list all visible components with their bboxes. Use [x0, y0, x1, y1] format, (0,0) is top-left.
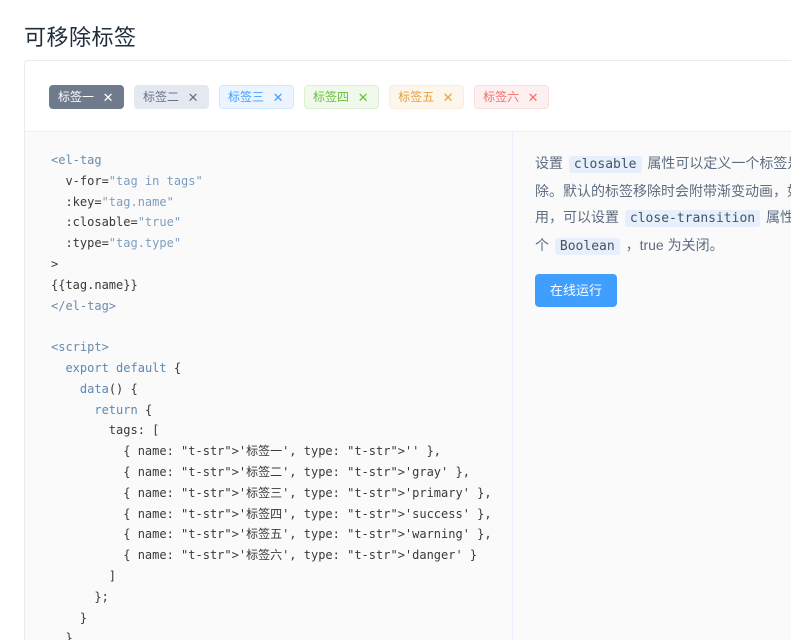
- description-part-4: ，true 为关闭。: [625, 237, 724, 253]
- code-block: <el-tag v-for="tag in tags" :key="tag.na…: [51, 153, 492, 640]
- description-pane: 设置 closable 属性可以定义一个标签是否可移除。默认的标签移除时会附带渐…: [513, 132, 791, 640]
- demo-lower-area: <el-tag v-for="tag in tags" :key="tag.na…: [25, 131, 791, 640]
- close-icon[interactable]: ✕: [441, 90, 455, 104]
- tag-6[interactable]: 标签六 ✕: [474, 85, 550, 109]
- tag-3[interactable]: 标签三 ✕: [219, 85, 295, 109]
- tag-label: 标签四: [313, 90, 350, 104]
- tag-label: 标签五: [398, 90, 435, 104]
- page-root: 可移除标签 标签一 ✕ 标签二 ✕ 标签三 ✕ 标签四 ✕ 标签五 ✕ 标签六 ✕ <el-tag v…: [0, 0, 791, 640]
- tag-5[interactable]: 标签五 ✕: [389, 85, 465, 109]
- description-part-1: 设置: [535, 155, 563, 171]
- page-title: 可移除标签: [24, 25, 137, 50]
- description-text: 设置 closable 属性可以定义一个标签是否可移除。默认的标签移除时会附带渐…: [535, 150, 791, 260]
- tag-2[interactable]: 标签二 ✕: [134, 85, 210, 109]
- demo-preview-area: 标签一 ✕ 标签二 ✕ 标签三 ✕ 标签四 ✕ 标签五 ✕ 标签六 ✕: [25, 61, 791, 133]
- close-icon[interactable]: ✕: [101, 90, 115, 104]
- tag-label: 标签二: [143, 90, 180, 104]
- inline-code-close-transition: close-transition: [624, 210, 761, 227]
- inline-code-boolean: Boolean: [554, 238, 620, 255]
- close-icon[interactable]: ✕: [526, 90, 540, 104]
- close-icon[interactable]: ✕: [356, 90, 370, 104]
- tag-label: 标签三: [228, 90, 265, 104]
- tag-label: 标签六: [483, 90, 520, 104]
- close-icon[interactable]: ✕: [186, 90, 200, 104]
- run-online-button[interactable]: 在线运行: [535, 274, 618, 307]
- demo-block: 标签一 ✕ 标签二 ✕ 标签三 ✕ 标签四 ✕ 标签五 ✕ 标签六 ✕ <el-tag v-for="…: [24, 60, 791, 640]
- code-pane: <el-tag v-for="tag in tags" :key="tag.na…: [25, 132, 513, 640]
- tag-4[interactable]: 标签四 ✕: [304, 85, 380, 109]
- inline-code-closable: closable: [568, 156, 642, 173]
- tag-1[interactable]: 标签一 ✕: [49, 85, 125, 109]
- tag-row: 标签一 ✕ 标签二 ✕ 标签三 ✕ 标签四 ✕ 标签五 ✕ 标签六 ✕: [49, 85, 767, 109]
- close-icon[interactable]: ✕: [271, 90, 285, 104]
- tag-label: 标签一: [58, 90, 95, 104]
